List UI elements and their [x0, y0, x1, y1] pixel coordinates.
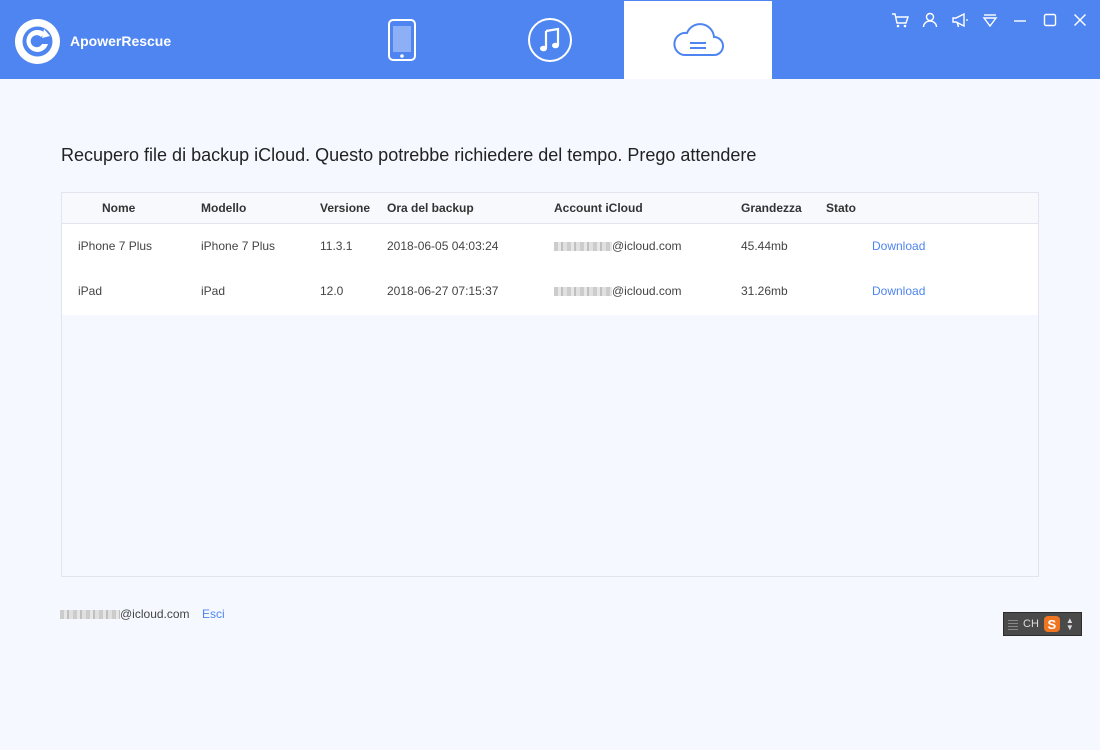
cell-backup-time: 2018-06-05 04:03:24 — [387, 239, 499, 253]
cell-name: iPad — [78, 284, 103, 298]
backup-table: Nome Modello Versione Ora del backup Acc… — [61, 192, 1039, 577]
cell-size: 31.26mb — [741, 284, 788, 298]
minimize-button[interactable] — [1010, 10, 1030, 30]
column-header-size: Grandezza — [741, 201, 802, 215]
download-link[interactable]: Download — [872, 239, 925, 253]
cloud-icon — [673, 23, 724, 56]
cell-size: 45.44mb — [741, 239, 788, 253]
user-icon — [922, 12, 938, 28]
cell-backup-time: 2018-06-27 07:15:37 — [387, 284, 499, 298]
announcement-button[interactable] — [950, 10, 970, 30]
megaphone-icon — [952, 12, 968, 28]
redacted-account — [554, 242, 612, 252]
logged-in-account: @icloud.com — [60, 607, 190, 621]
redacted-account — [60, 610, 120, 620]
maximize-icon — [1043, 13, 1057, 27]
column-header-model: Modello — [201, 201, 247, 215]
table-row[interactable]: iPhone 7 Plus iPhone 7 Plus 11.3.1 2018-… — [62, 224, 1038, 269]
cell-account: @icloud.com — [554, 284, 682, 298]
table-body: iPhone 7 Plus iPhone 7 Plus 11.3.1 2018-… — [62, 224, 1038, 315]
ime-arrows-icon[interactable]: ▲ ▼ — [1066, 617, 1074, 632]
column-header-name: Nome — [102, 201, 136, 215]
column-header-account: Account iCloud — [554, 201, 643, 215]
table-header: Nome Modello Versione Ora del backup Acc… — [62, 193, 1038, 224]
music-note-icon — [528, 18, 572, 62]
app-name: ApowerRescue — [70, 33, 172, 49]
download-link[interactable]: Download — [872, 284, 925, 298]
cell-model: iPad — [201, 284, 226, 298]
tablet-icon — [388, 19, 416, 61]
column-header-backup-time: Ora del backup — [387, 201, 474, 215]
app-header: ApowerRescue — [0, 0, 1100, 79]
column-header-version: Versione — [320, 201, 371, 215]
account-suffix: @icloud.com — [120, 607, 190, 621]
table-row[interactable]: iPad iPad 12.0 2018-06-27 07:15:37 @iclo… — [62, 269, 1038, 314]
close-button[interactable] — [1070, 10, 1090, 30]
close-icon — [1074, 14, 1086, 26]
cart-icon — [892, 13, 909, 28]
ime-language-label[interactable]: CH — [1023, 618, 1039, 630]
page-title: Recupero file di backup iCloud. Questo p… — [61, 145, 757, 165]
column-header-status: Stato — [826, 201, 856, 215]
ime-toolbar[interactable]: CH S ▲ ▼ — [1003, 612, 1082, 636]
cell-version: 12.0 — [320, 284, 344, 298]
cart-button[interactable] — [890, 10, 910, 30]
cell-account: @icloud.com — [554, 239, 682, 253]
app-logo-icon — [15, 19, 60, 64]
tab-device[interactable] — [328, 1, 476, 79]
minimize-icon — [1014, 20, 1026, 22]
drag-handle-icon[interactable] — [1008, 618, 1018, 630]
redacted-account — [554, 287, 612, 297]
tab-itunes[interactable] — [476, 1, 624, 79]
sogou-logo-icon[interactable]: S — [1043, 616, 1060, 632]
dropdown-icon — [982, 14, 998, 27]
cell-name: iPhone 7 Plus — [78, 239, 153, 253]
cell-version: 11.3.1 — [320, 239, 353, 253]
logout-link[interactable]: Esci — [202, 607, 225, 621]
tab-icloud[interactable] — [624, 1, 772, 79]
cell-model: iPhone 7 Plus — [201, 239, 276, 253]
menu-dropdown-button[interactable] — [980, 10, 1000, 30]
account-suffix: @icloud.com — [612, 239, 682, 253]
maximize-button[interactable] — [1040, 10, 1060, 30]
user-button[interactable] — [920, 10, 940, 30]
account-suffix: @icloud.com — [612, 284, 682, 298]
